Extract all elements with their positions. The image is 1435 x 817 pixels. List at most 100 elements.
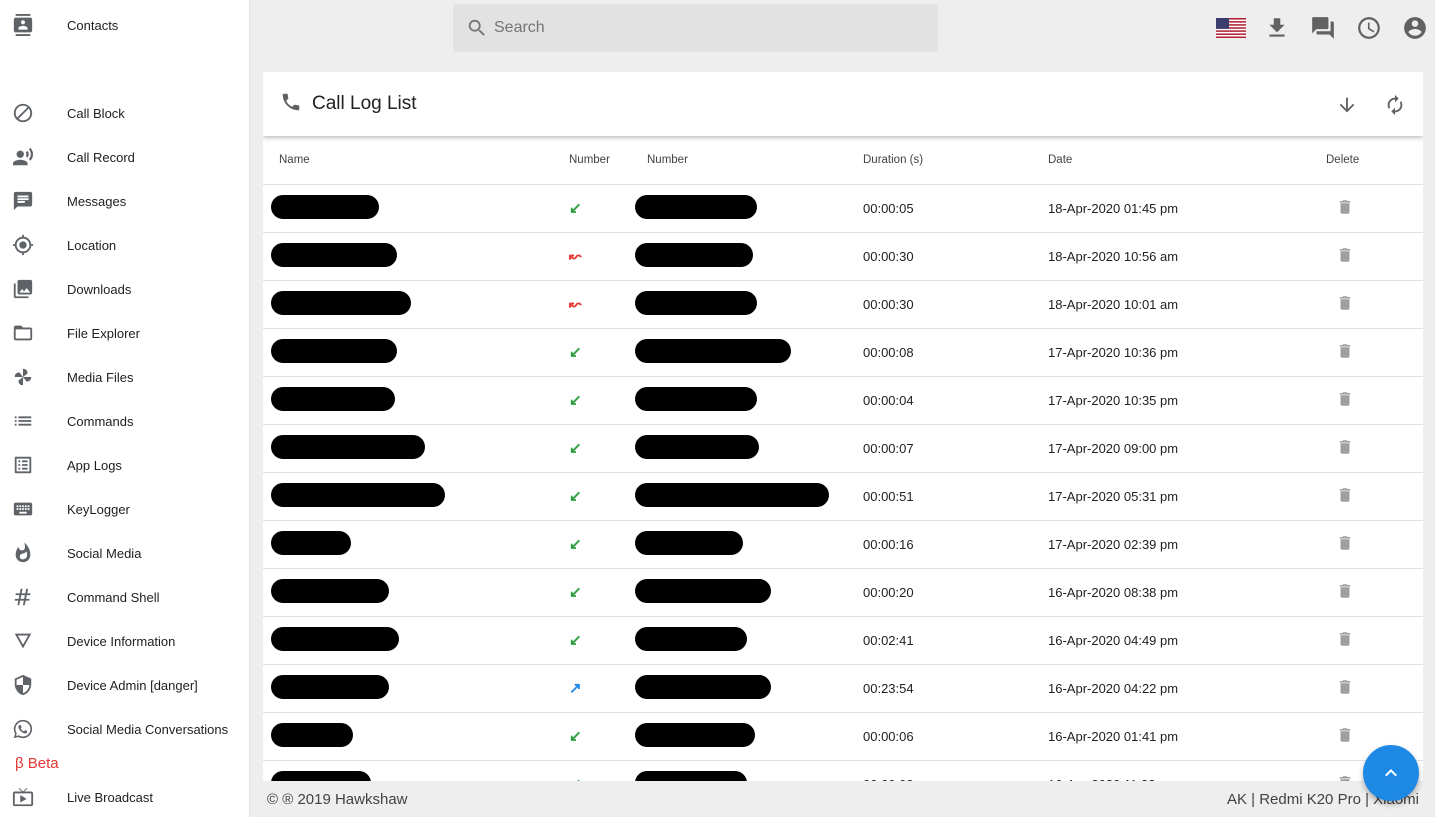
trash-icon bbox=[1339, 343, 1351, 358]
sidebar-item-contacts[interactable]: Contacts bbox=[0, 3, 249, 47]
sidebar-item-live-broadcast[interactable]: Live Broadcast bbox=[0, 775, 249, 817]
trash-icon bbox=[1339, 487, 1351, 502]
name-cell bbox=[263, 328, 569, 377]
table-row[interactable]: ↜ 00:00:30 18-Apr-2020 10:56 am bbox=[263, 232, 1423, 281]
col-number[interactable]: Number bbox=[647, 136, 863, 185]
sidebar-item-location[interactable]: Location bbox=[0, 223, 249, 267]
sort-down-button[interactable] bbox=[1334, 92, 1360, 118]
download-icon[interactable] bbox=[1254, 14, 1300, 42]
table-row[interactable]: ↙ 00:00:16 17-Apr-2020 02:39 pm bbox=[263, 520, 1423, 569]
history-icon[interactable] bbox=[1346, 14, 1392, 42]
table-header-row: Name Number Number Duration (s) Date Del… bbox=[263, 136, 1423, 185]
sidebar-item-call-block[interactable]: Call Block bbox=[0, 91, 249, 135]
table-row[interactable]: ↙ 00:00:05 18-Apr-2020 01:45 pm bbox=[263, 184, 1423, 233]
sidebar-item-downloads[interactable]: Downloads bbox=[0, 267, 249, 311]
sidebar-item-label: Live Broadcast bbox=[67, 789, 153, 805]
redacted-number bbox=[635, 530, 743, 555]
redacted-number bbox=[635, 338, 791, 363]
sidebar-item-keylogger[interactable]: KeyLogger bbox=[0, 487, 249, 531]
table-row[interactable]: ↙ 00:00:04 17-Apr-2020 10:35 pm bbox=[263, 376, 1423, 425]
date-cell: 16-Apr-2020 01:41 pm bbox=[1048, 712, 1326, 761]
triangle-icon bbox=[12, 630, 34, 652]
redacted-name bbox=[271, 674, 389, 699]
table-row[interactable]: ↙ 00:00:20 16-Apr-2020 08:38 pm bbox=[263, 568, 1423, 617]
sidebar-item-media-files[interactable]: Media Files bbox=[0, 355, 249, 399]
delete-cell bbox=[1326, 616, 1423, 665]
date-cell: 17-Apr-2020 09:00 pm bbox=[1048, 424, 1326, 473]
delete-button[interactable] bbox=[1326, 439, 1354, 459]
table-row[interactable]: ↙00:00:0816-Apr-2020 11:33 bbox=[263, 760, 1423, 781]
trash-icon bbox=[1339, 295, 1351, 310]
redacted-number bbox=[635, 674, 771, 699]
delete-button[interactable] bbox=[1326, 487, 1354, 507]
refresh-button[interactable] bbox=[1382, 92, 1408, 118]
name-cell bbox=[263, 376, 569, 425]
date-cell: 18-Apr-2020 01:45 pm bbox=[1048, 184, 1326, 233]
col-duration[interactable]: Duration (s) bbox=[863, 136, 1048, 185]
table-row[interactable]: ↙ 00:00:06 16-Apr-2020 01:41 pm bbox=[263, 712, 1423, 761]
table-row[interactable]: ↙ 00:00:51 17-Apr-2020 05:31 pm bbox=[263, 472, 1423, 521]
sidebar-item-label: Call Record bbox=[67, 149, 135, 165]
sidebar-item-label: Device Admin [danger] bbox=[67, 677, 198, 693]
delete-button[interactable] bbox=[1326, 199, 1354, 219]
search-bar[interactable] bbox=[453, 4, 938, 52]
delete-button[interactable] bbox=[1326, 535, 1354, 555]
list-icon bbox=[12, 410, 34, 432]
name-cell bbox=[263, 664, 569, 713]
duration-cell: 00:00:20 bbox=[863, 568, 1048, 617]
col-name[interactable]: Name bbox=[263, 136, 569, 185]
sidebar-item-social-media-conversations[interactable]: Social Media Conversations bbox=[0, 707, 249, 751]
live-tv-icon bbox=[12, 786, 34, 808]
redacted-number bbox=[635, 434, 759, 459]
search-input[interactable] bbox=[494, 19, 894, 37]
table-row[interactable]: ↙ 00:02:41 16-Apr-2020 04:49 pm bbox=[263, 616, 1423, 665]
duration-cell: 00:00:30 bbox=[863, 232, 1048, 281]
sidebar-item-command-shell[interactable]: Command Shell bbox=[0, 575, 249, 619]
sidebar-item-label: File Explorer bbox=[67, 325, 140, 341]
delete-button[interactable] bbox=[1326, 631, 1354, 651]
list-box-icon bbox=[12, 454, 34, 476]
sidebar-item-app-logs[interactable]: App Logs bbox=[0, 443, 249, 487]
forum-icon[interactable] bbox=[1300, 14, 1346, 42]
delete-button[interactable] bbox=[1326, 727, 1354, 747]
col-type[interactable]: Number bbox=[569, 136, 647, 185]
contacts-icon bbox=[12, 14, 34, 36]
delete-button[interactable] bbox=[1326, 583, 1354, 603]
duration-cell: 00:23:54 bbox=[863, 664, 1048, 713]
sidebar-item-label: Commands bbox=[67, 413, 134, 429]
number-cell bbox=[635, 280, 863, 329]
us-flag-icon[interactable] bbox=[1208, 14, 1254, 42]
sidebar-item-label: Location bbox=[67, 237, 117, 253]
scroll-top-button[interactable] bbox=[1363, 745, 1419, 801]
delete-cell bbox=[1326, 376, 1423, 425]
account-icon[interactable] bbox=[1392, 14, 1435, 42]
sidebar-item-device-admin-danger[interactable]: Device Admin [danger] bbox=[0, 663, 249, 707]
footer-copyright: © ® 2019 Hawkshaw bbox=[267, 790, 408, 808]
shield-icon bbox=[12, 674, 34, 696]
call-type-incoming-icon: ↙ bbox=[569, 440, 582, 457]
delete-cell bbox=[1326, 568, 1423, 617]
sidebar-item-commands[interactable]: Commands bbox=[0, 399, 249, 443]
delete-button[interactable] bbox=[1326, 247, 1354, 267]
trash-icon bbox=[1339, 535, 1351, 550]
keyboard-icon bbox=[12, 498, 34, 520]
sidebar-item-device-information[interactable]: Device Information bbox=[0, 619, 249, 663]
delete-button[interactable] bbox=[1326, 343, 1354, 363]
sidebar-item-call-record[interactable]: Call Record bbox=[0, 135, 249, 179]
call-type-incoming-icon: ↙ bbox=[569, 344, 582, 361]
hash-icon bbox=[12, 586, 34, 608]
table-row[interactable]: ↙ 00:00:07 17-Apr-2020 09:00 pm bbox=[263, 424, 1423, 473]
date-cell: 17-Apr-2020 05:31 pm bbox=[1048, 472, 1326, 521]
table-row[interactable]: ↗ 00:23:54 16-Apr-2020 04:22 pm bbox=[263, 664, 1423, 713]
col-date[interactable]: Date bbox=[1048, 136, 1326, 185]
delete-button[interactable] bbox=[1326, 295, 1354, 315]
table-row[interactable]: ↙ 00:00:08 17-Apr-2020 10:36 pm bbox=[263, 328, 1423, 377]
trash-icon bbox=[1339, 199, 1351, 214]
delete-button[interactable] bbox=[1326, 391, 1354, 411]
sidebar-item-social-media[interactable]: Social Media bbox=[0, 531, 249, 575]
sidebar-item-file-explorer[interactable]: File Explorer bbox=[0, 311, 249, 355]
sidebar-item-messages[interactable]: Messages bbox=[0, 179, 249, 223]
table-row[interactable]: ↜ 00:00:30 18-Apr-2020 10:01 am bbox=[263, 280, 1423, 329]
sidebar: Contacts Call Block Call Record Messages Loc… bbox=[0, 0, 250, 817]
delete-button[interactable] bbox=[1326, 679, 1354, 699]
